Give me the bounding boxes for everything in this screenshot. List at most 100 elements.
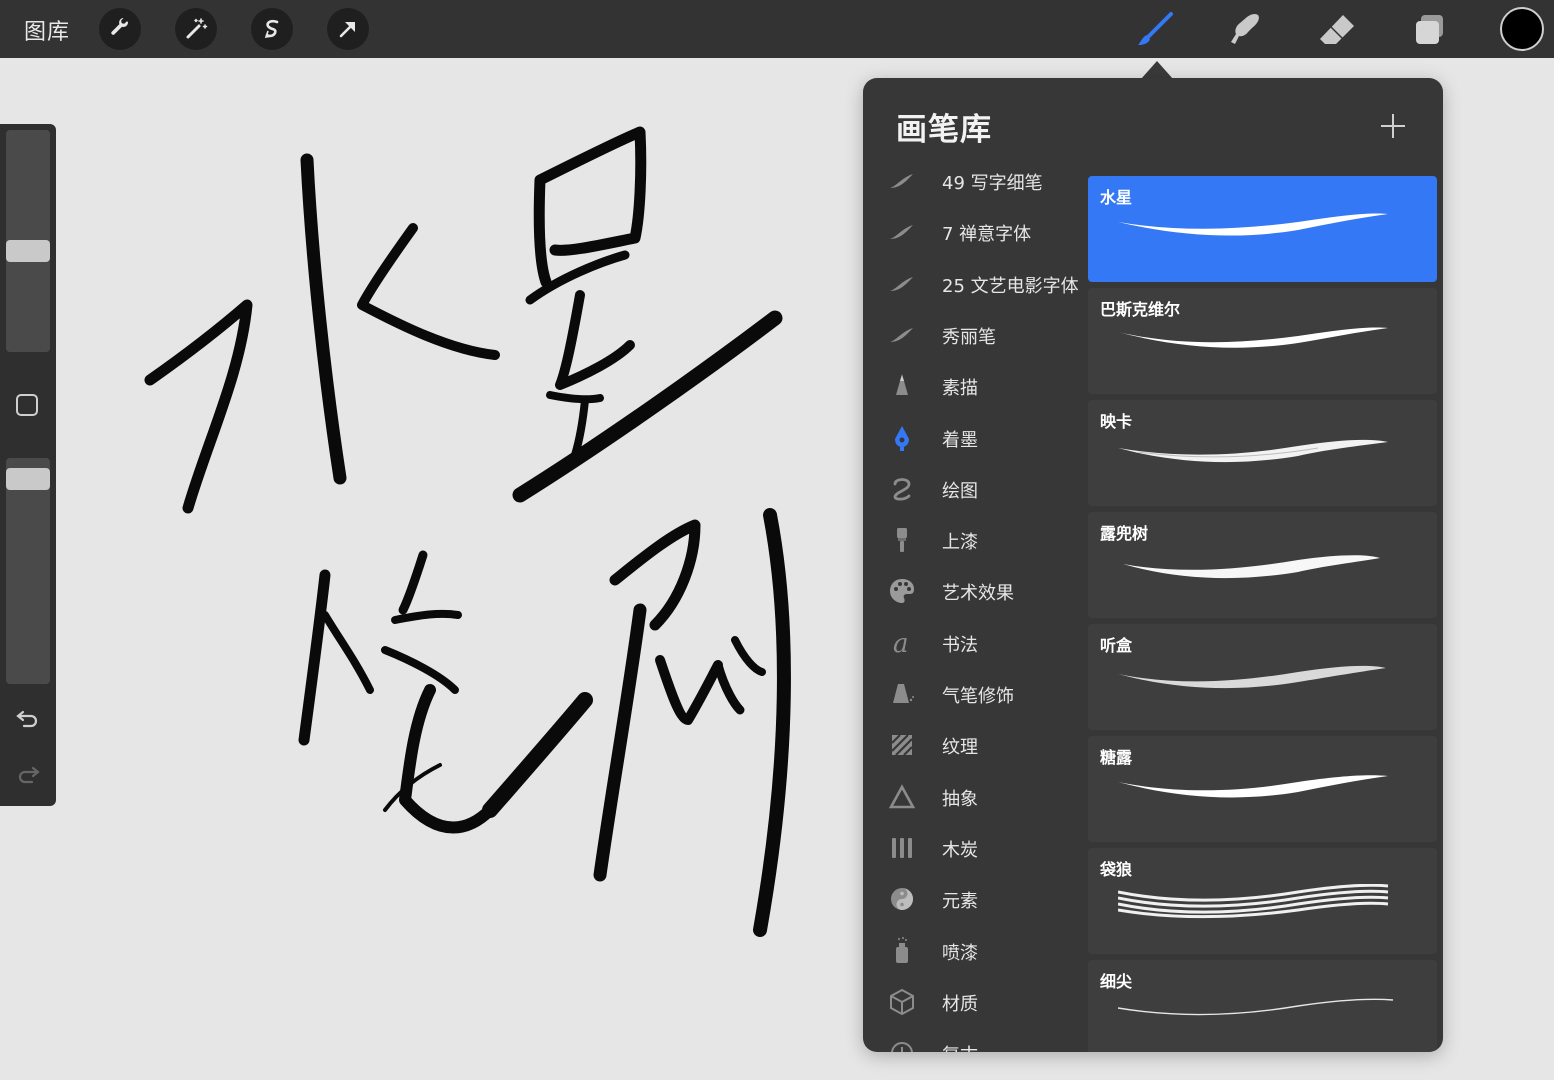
- brush-category-item[interactable]: 气笔修饰: [863, 673, 1087, 719]
- brush-category-item[interactable]: 着墨: [863, 417, 1087, 463]
- smudge-icon[interactable]: [1223, 8, 1267, 52]
- airbrush-icon: [887, 679, 917, 709]
- brush-item[interactable]: 袋狼: [1088, 848, 1437, 954]
- brush-stroke-preview: [1118, 327, 1388, 348]
- charcoal-icon: [887, 833, 917, 863]
- brush-name: 袋狼: [1100, 860, 1133, 879]
- brush-stroke-preview: [1118, 439, 1388, 463]
- plus-icon[interactable]: [1378, 111, 1408, 141]
- brush-category-item[interactable]: 上漆: [863, 519, 1087, 565]
- brush-stroke-icon: [887, 166, 917, 196]
- brush-category-item[interactable]: 木炭: [863, 827, 1087, 873]
- brush-item[interactable]: 糖露: [1088, 736, 1437, 842]
- opacity-knob[interactable]: [6, 468, 50, 491]
- brush-item[interactable]: 听盒: [1088, 624, 1437, 730]
- modify-square-icon[interactable]: [16, 394, 38, 416]
- magic-wand-icon[interactable]: [175, 8, 217, 50]
- brush-name: 细尖: [1100, 972, 1133, 991]
- selection-icon[interactable]: [251, 8, 293, 50]
- top-toolbar: 图库: [0, 0, 1554, 58]
- brush-stroke-icon: [887, 269, 917, 299]
- pencil-tip-icon: [887, 371, 917, 401]
- brush-item[interactable]: 映卡: [1088, 400, 1437, 506]
- brush-category-label: 7 禅意字体: [942, 224, 1032, 246]
- brush-category-label: 元素: [942, 891, 978, 913]
- calligraphy-a-icon: a: [887, 628, 917, 659]
- brush-category-label: 纹理: [942, 737, 978, 759]
- brush-category-item[interactable]: 材质: [863, 981, 1087, 1027]
- transform-arrow-icon[interactable]: [327, 8, 369, 50]
- brush-category-label: 抽象: [942, 788, 978, 810]
- brush-category-label: 25 文艺电影字体: [942, 275, 1079, 297]
- brush-category-item[interactable]: 艺术效果: [863, 570, 1087, 616]
- brush-item[interactable]: 细尖: [1088, 960, 1437, 1052]
- brush-stroke-preview: [1123, 555, 1380, 579]
- palette-icon: [887, 576, 917, 606]
- layers-icon[interactable]: [1407, 8, 1451, 52]
- brush-category-item[interactable]: 喷漆: [863, 930, 1087, 976]
- brush-name: 水星: [1100, 188, 1133, 207]
- spray-can-icon: [887, 936, 917, 966]
- brush-category-item[interactable]: 7 禅意字体: [863, 211, 1087, 257]
- brush-category-item[interactable]: 秀丽笔: [863, 314, 1087, 360]
- brush-name: 巴斯克维尔: [1100, 300, 1181, 319]
- brush-library-title: 画笔库: [896, 112, 992, 148]
- texture-icon: [887, 730, 917, 760]
- brush-category-label: 复古: [942, 1041, 978, 1052]
- triangle-icon: [887, 782, 917, 812]
- brush-category-label: 着墨: [942, 429, 978, 451]
- brush-name: 露兜树: [1100, 524, 1149, 543]
- cube-icon: [887, 987, 917, 1017]
- left-sidebar: [0, 124, 56, 806]
- brush-icon[interactable]: [1133, 8, 1177, 52]
- brush-stroke-icon: [887, 320, 917, 350]
- brush-category-label: 喷漆: [942, 942, 978, 964]
- brush-stroke-preview: [1118, 213, 1388, 236]
- wrench-icon[interactable]: [99, 8, 141, 50]
- brush-category-label: 艺术效果: [942, 583, 1014, 605]
- paint-brush-icon: [887, 525, 917, 555]
- brush-stroke-preview: [1118, 775, 1388, 798]
- brush-category-item[interactable]: 元素: [863, 878, 1087, 924]
- eraser-icon[interactable]: [1315, 8, 1359, 52]
- brush-category-label: 木炭: [942, 839, 978, 861]
- brush-category-item[interactable]: 绘图: [863, 468, 1087, 514]
- brush-category-item[interactable]: 抽象: [863, 776, 1087, 822]
- brush-category-item[interactable]: 素描: [863, 365, 1087, 411]
- brush-category-item[interactable]: 25 文艺电影字体: [863, 263, 1087, 309]
- brush-size-knob[interactable]: [6, 240, 50, 262]
- brush-category-label: 书法: [942, 634, 978, 656]
- brush-category-label: 气笔修饰: [942, 686, 1014, 707]
- brush-stroke-icon: [887, 217, 917, 247]
- brush-name: 听盒: [1100, 636, 1133, 655]
- brush-item[interactable]: 巴斯克维尔: [1088, 288, 1437, 394]
- brush-item[interactable]: 露兜树: [1088, 512, 1437, 618]
- brush-category-label: 上漆: [942, 532, 978, 554]
- undo-icon[interactable]: [14, 704, 42, 732]
- opacity-slider[interactable]: [6, 458, 50, 684]
- brush-category-list: 49 写字细笔 7 禅意字体 25 文艺电影字体 秀丽笔素描着墨绘图上漆艺术效果 a 书法…: [863, 158, 1087, 1052]
- gallery-button[interactable]: 图库: [24, 14, 70, 46]
- svg-text:a: a: [893, 629, 909, 658]
- brush-category-label: 绘图: [942, 480, 978, 502]
- brush-library-panel: 画笔库 49 写字细笔 7 禅意字体 25 文艺电影字体 秀丽笔素描着墨绘图上漆艺术效…: [863, 78, 1443, 1052]
- brush-stroke-preview: [1118, 998, 1394, 1016]
- brush-category-item[interactable]: a 书法: [863, 622, 1087, 668]
- brush-category-item[interactable]: 49 写字细笔: [863, 160, 1087, 206]
- redo-icon[interactable]: [14, 760, 42, 788]
- yin-yang-icon: [887, 884, 917, 914]
- brush-category-label: 材质: [942, 993, 978, 1015]
- brush-stroke-preview: [1118, 665, 1386, 689]
- retro-icon: [887, 1038, 917, 1052]
- brush-item-selected[interactable]: 水星: [1088, 176, 1437, 282]
- brush-category-label: 秀丽笔: [942, 326, 996, 348]
- brush-category-label: 49 写字细笔: [942, 173, 1043, 194]
- brush-category-item[interactable]: 复古: [863, 1032, 1087, 1052]
- brush-category-item[interactable]: 纹理: [863, 724, 1087, 770]
- brush-name: 糖露: [1100, 748, 1133, 767]
- brush-name: 映卡: [1100, 412, 1133, 431]
- color-picker-swatch[interactable]: [1500, 7, 1544, 51]
- brush-category-label: 素描: [942, 378, 978, 400]
- popover-pointer: [1141, 61, 1173, 79]
- brush-stroke-preview: [1118, 884, 1389, 919]
